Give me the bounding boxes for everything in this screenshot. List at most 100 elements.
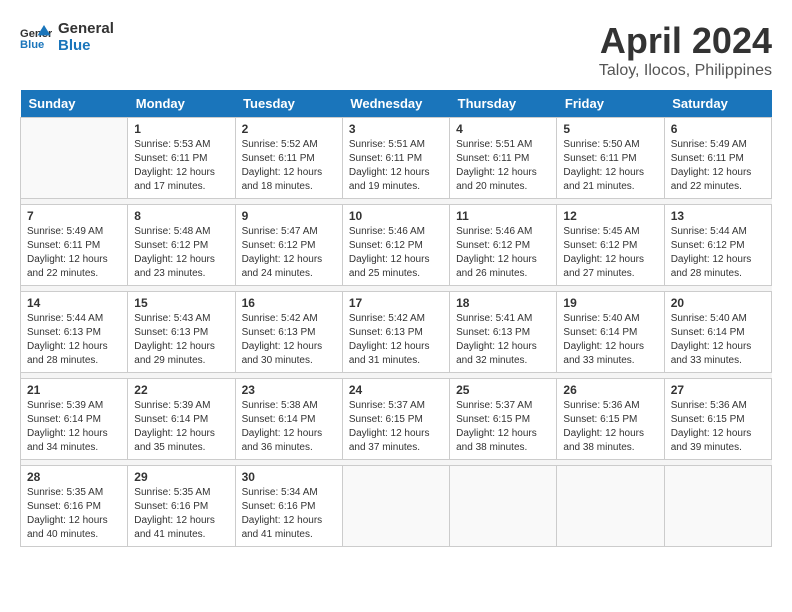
table-row: 2Sunrise: 5:52 AMSunset: 6:11 PMDaylight…: [235, 118, 342, 199]
table-row: 18 Sunrise: 5:41 AMSunset: 6:13 PMDayligh…: [450, 292, 557, 373]
header-saturday: Saturday: [664, 90, 771, 118]
day-info: Sunrise: 5:40 AMSunset: 6:14 PMDaylight:…: [563, 312, 657, 368]
day-info: Sunrise: 5:53 AMSunset: 6:11 PMDaylight:…: [134, 138, 228, 194]
day-number: 29: [134, 470, 228, 484]
day-number: 7: [27, 209, 121, 223]
table-row: 16 Sunrise: 5:42 AMSunset: 6:13 PMDayligh…: [235, 292, 342, 373]
day-info: Sunrise: 5:39 AMSunset: 6:14 PMDaylight:…: [27, 399, 121, 455]
day-number: 6: [671, 122, 765, 136]
day-number: 9: [242, 209, 336, 223]
day-number: 25: [456, 383, 550, 397]
day-number: 11: [456, 209, 550, 223]
day-info: Sunrise: 5:42 AMSunset: 6:13 PMDaylight:…: [242, 312, 336, 368]
day-info: Sunrise: 5:37 AMSunset: 6:15 PMDaylight:…: [349, 399, 443, 455]
table-row: 11 Sunrise: 5:46 AMSunset: 6:12 PMDayligh…: [450, 205, 557, 286]
day-number: 18: [456, 296, 550, 310]
logo: General Blue General Blue: [20, 20, 114, 54]
day-number: 15: [134, 296, 228, 310]
header-tuesday: Tuesday: [235, 90, 342, 118]
day-info: Sunrise: 5:49 AMSunset: 6:11 PMDaylight:…: [27, 225, 121, 281]
logo-text-blue: Blue: [58, 37, 114, 54]
day-info: Sunrise: 5:44 AMSunset: 6:12 PMDaylight:…: [671, 225, 765, 281]
day-info: Sunrise: 5:47 AMSunset: 6:12 PMDaylight:…: [242, 225, 336, 281]
day-number: 3: [349, 122, 443, 136]
day-info: Sunrise: 5:35 AMSunset: 6:16 PMDaylight:…: [134, 486, 228, 542]
day-number: 28: [27, 470, 121, 484]
table-row: 17Sunrise: 5:42 AMSunset: 6:13 PMDayligh…: [342, 292, 449, 373]
table-row: [557, 466, 664, 547]
day-info: Sunrise: 5:51 AMSunset: 6:11 PMDaylight:…: [456, 138, 550, 194]
header-wednesday: Wednesday: [342, 90, 449, 118]
day-info: Sunrise: 5:48 AMSunset: 6:12 PMDaylight:…: [134, 225, 228, 281]
header-friday: Friday: [557, 90, 664, 118]
calendar-header-row: Sunday Monday Tuesday Wednesday Thursday…: [21, 90, 772, 118]
table-row: 1 Sunrise: 5:53 AMSunset: 6:11 PMDaylight…: [128, 118, 235, 199]
logo-icon: General Blue: [20, 21, 52, 53]
day-number: 22: [134, 383, 228, 397]
day-number: 14: [27, 296, 121, 310]
day-info: Sunrise: 5:43 AMSunset: 6:13 PMDaylight:…: [134, 312, 228, 368]
day-number: 10: [349, 209, 443, 223]
day-number: 30: [242, 470, 336, 484]
table-row: 12 Sunrise: 5:45 AMSunset: 6:12 PMDayligh…: [557, 205, 664, 286]
main-title: April 2024: [599, 20, 772, 62]
day-info: Sunrise: 5:37 AMSunset: 6:15 PMDaylight:…: [456, 399, 550, 455]
table-row: 25 Sunrise: 5:37 AMSunset: 6:15 PMDayligh…: [450, 379, 557, 460]
day-info: Sunrise: 5:34 AMSunset: 6:16 PMDaylight:…: [242, 486, 336, 542]
day-info: Sunrise: 5:45 AMSunset: 6:12 PMDaylight:…: [563, 225, 657, 281]
table-row: 24Sunrise: 5:37 AMSunset: 6:15 PMDayligh…: [342, 379, 449, 460]
table-row: 19 Sunrise: 5:40 AMSunset: 6:14 PMDayligh…: [557, 292, 664, 373]
day-number: 8: [134, 209, 228, 223]
day-info: Sunrise: 5:52 AMSunset: 6:11 PMDaylight:…: [242, 138, 336, 194]
table-row: 9 Sunrise: 5:47 AMSunset: 6:12 PMDaylight…: [235, 205, 342, 286]
table-row: 14 Sunrise: 5:44 AMSunset: 6:13 PMDayligh…: [21, 292, 128, 373]
table-row: 23Sunrise: 5:38 AMSunset: 6:14 PMDayligh…: [235, 379, 342, 460]
table-row: 15 Sunrise: 5:43 AMSunset: 6:13 PMDayligh…: [128, 292, 235, 373]
day-info: Sunrise: 5:35 AMSunset: 6:16 PMDaylight:…: [27, 486, 121, 542]
svg-text:Blue: Blue: [20, 39, 44, 51]
day-number: 13: [671, 209, 765, 223]
day-info: Sunrise: 5:46 AMSunset: 6:12 PMDaylight:…: [456, 225, 550, 281]
day-number: 5: [563, 122, 657, 136]
day-number: 19: [563, 296, 657, 310]
day-number: 21: [27, 383, 121, 397]
header-monday: Monday: [128, 90, 235, 118]
day-number: 23: [242, 383, 336, 397]
calendar-week-row: 14 Sunrise: 5:44 AMSunset: 6:13 PMDayligh…: [21, 292, 772, 373]
day-info: Sunrise: 5:36 AMSunset: 6:15 PMDaylight:…: [671, 399, 765, 455]
table-row: 20Sunrise: 5:40 AMSunset: 6:14 PMDayligh…: [664, 292, 771, 373]
calendar-week-row: 21 Sunrise: 5:39 AMSunset: 6:14 PMDayligh…: [21, 379, 772, 460]
logo-text-general: General: [58, 20, 114, 37]
day-number: 12: [563, 209, 657, 223]
day-number: 26: [563, 383, 657, 397]
table-row: 21 Sunrise: 5:39 AMSunset: 6:14 PMDayligh…: [21, 379, 128, 460]
calendar-week-row: 1 Sunrise: 5:53 AMSunset: 6:11 PMDaylight…: [21, 118, 772, 199]
day-info: Sunrise: 5:50 AMSunset: 6:11 PMDaylight:…: [563, 138, 657, 194]
day-number: 4: [456, 122, 550, 136]
header: General Blue General Blue April 2024 Tal…: [20, 20, 772, 80]
table-row: 10 Sunrise: 5:46 AMSunset: 6:12 PMDayligh…: [342, 205, 449, 286]
day-info: Sunrise: 5:36 AMSunset: 6:15 PMDaylight:…: [563, 399, 657, 455]
table-row: [342, 466, 449, 547]
header-sunday: Sunday: [21, 90, 128, 118]
table-row: 8 Sunrise: 5:48 AMSunset: 6:12 PMDaylight…: [128, 205, 235, 286]
calendar-table: Sunday Monday Tuesday Wednesday Thursday…: [20, 90, 772, 547]
header-thursday: Thursday: [450, 90, 557, 118]
day-number: 1: [134, 122, 228, 136]
calendar-week-row: 28 Sunrise: 5:35 AMSunset: 6:16 PMDayligh…: [21, 466, 772, 547]
day-number: 27: [671, 383, 765, 397]
table-row: 6Sunrise: 5:49 AMSunset: 6:11 PMDaylight…: [664, 118, 771, 199]
table-row: 26 Sunrise: 5:36 AMSunset: 6:15 PMDayligh…: [557, 379, 664, 460]
table-row: [21, 118, 128, 199]
day-info: Sunrise: 5:44 AMSunset: 6:13 PMDaylight:…: [27, 312, 121, 368]
table-row: 13 Sunrise: 5:44 AMSunset: 6:12 PMDayligh…: [664, 205, 771, 286]
day-info: Sunrise: 5:41 AMSunset: 6:13 PMDaylight:…: [456, 312, 550, 368]
table-row: [664, 466, 771, 547]
day-number: 16: [242, 296, 336, 310]
table-row: 29 Sunrise: 5:35 AMSunset: 6:16 PMDayligh…: [128, 466, 235, 547]
day-info: Sunrise: 5:51 AMSunset: 6:11 PMDaylight:…: [349, 138, 443, 194]
table-row: 27 Sunrise: 5:36 AMSunset: 6:15 PMDayligh…: [664, 379, 771, 460]
day-info: Sunrise: 5:46 AMSunset: 6:12 PMDaylight:…: [349, 225, 443, 281]
day-info: Sunrise: 5:40 AMSunset: 6:14 PMDaylight:…: [671, 312, 765, 368]
table-row: [450, 466, 557, 547]
